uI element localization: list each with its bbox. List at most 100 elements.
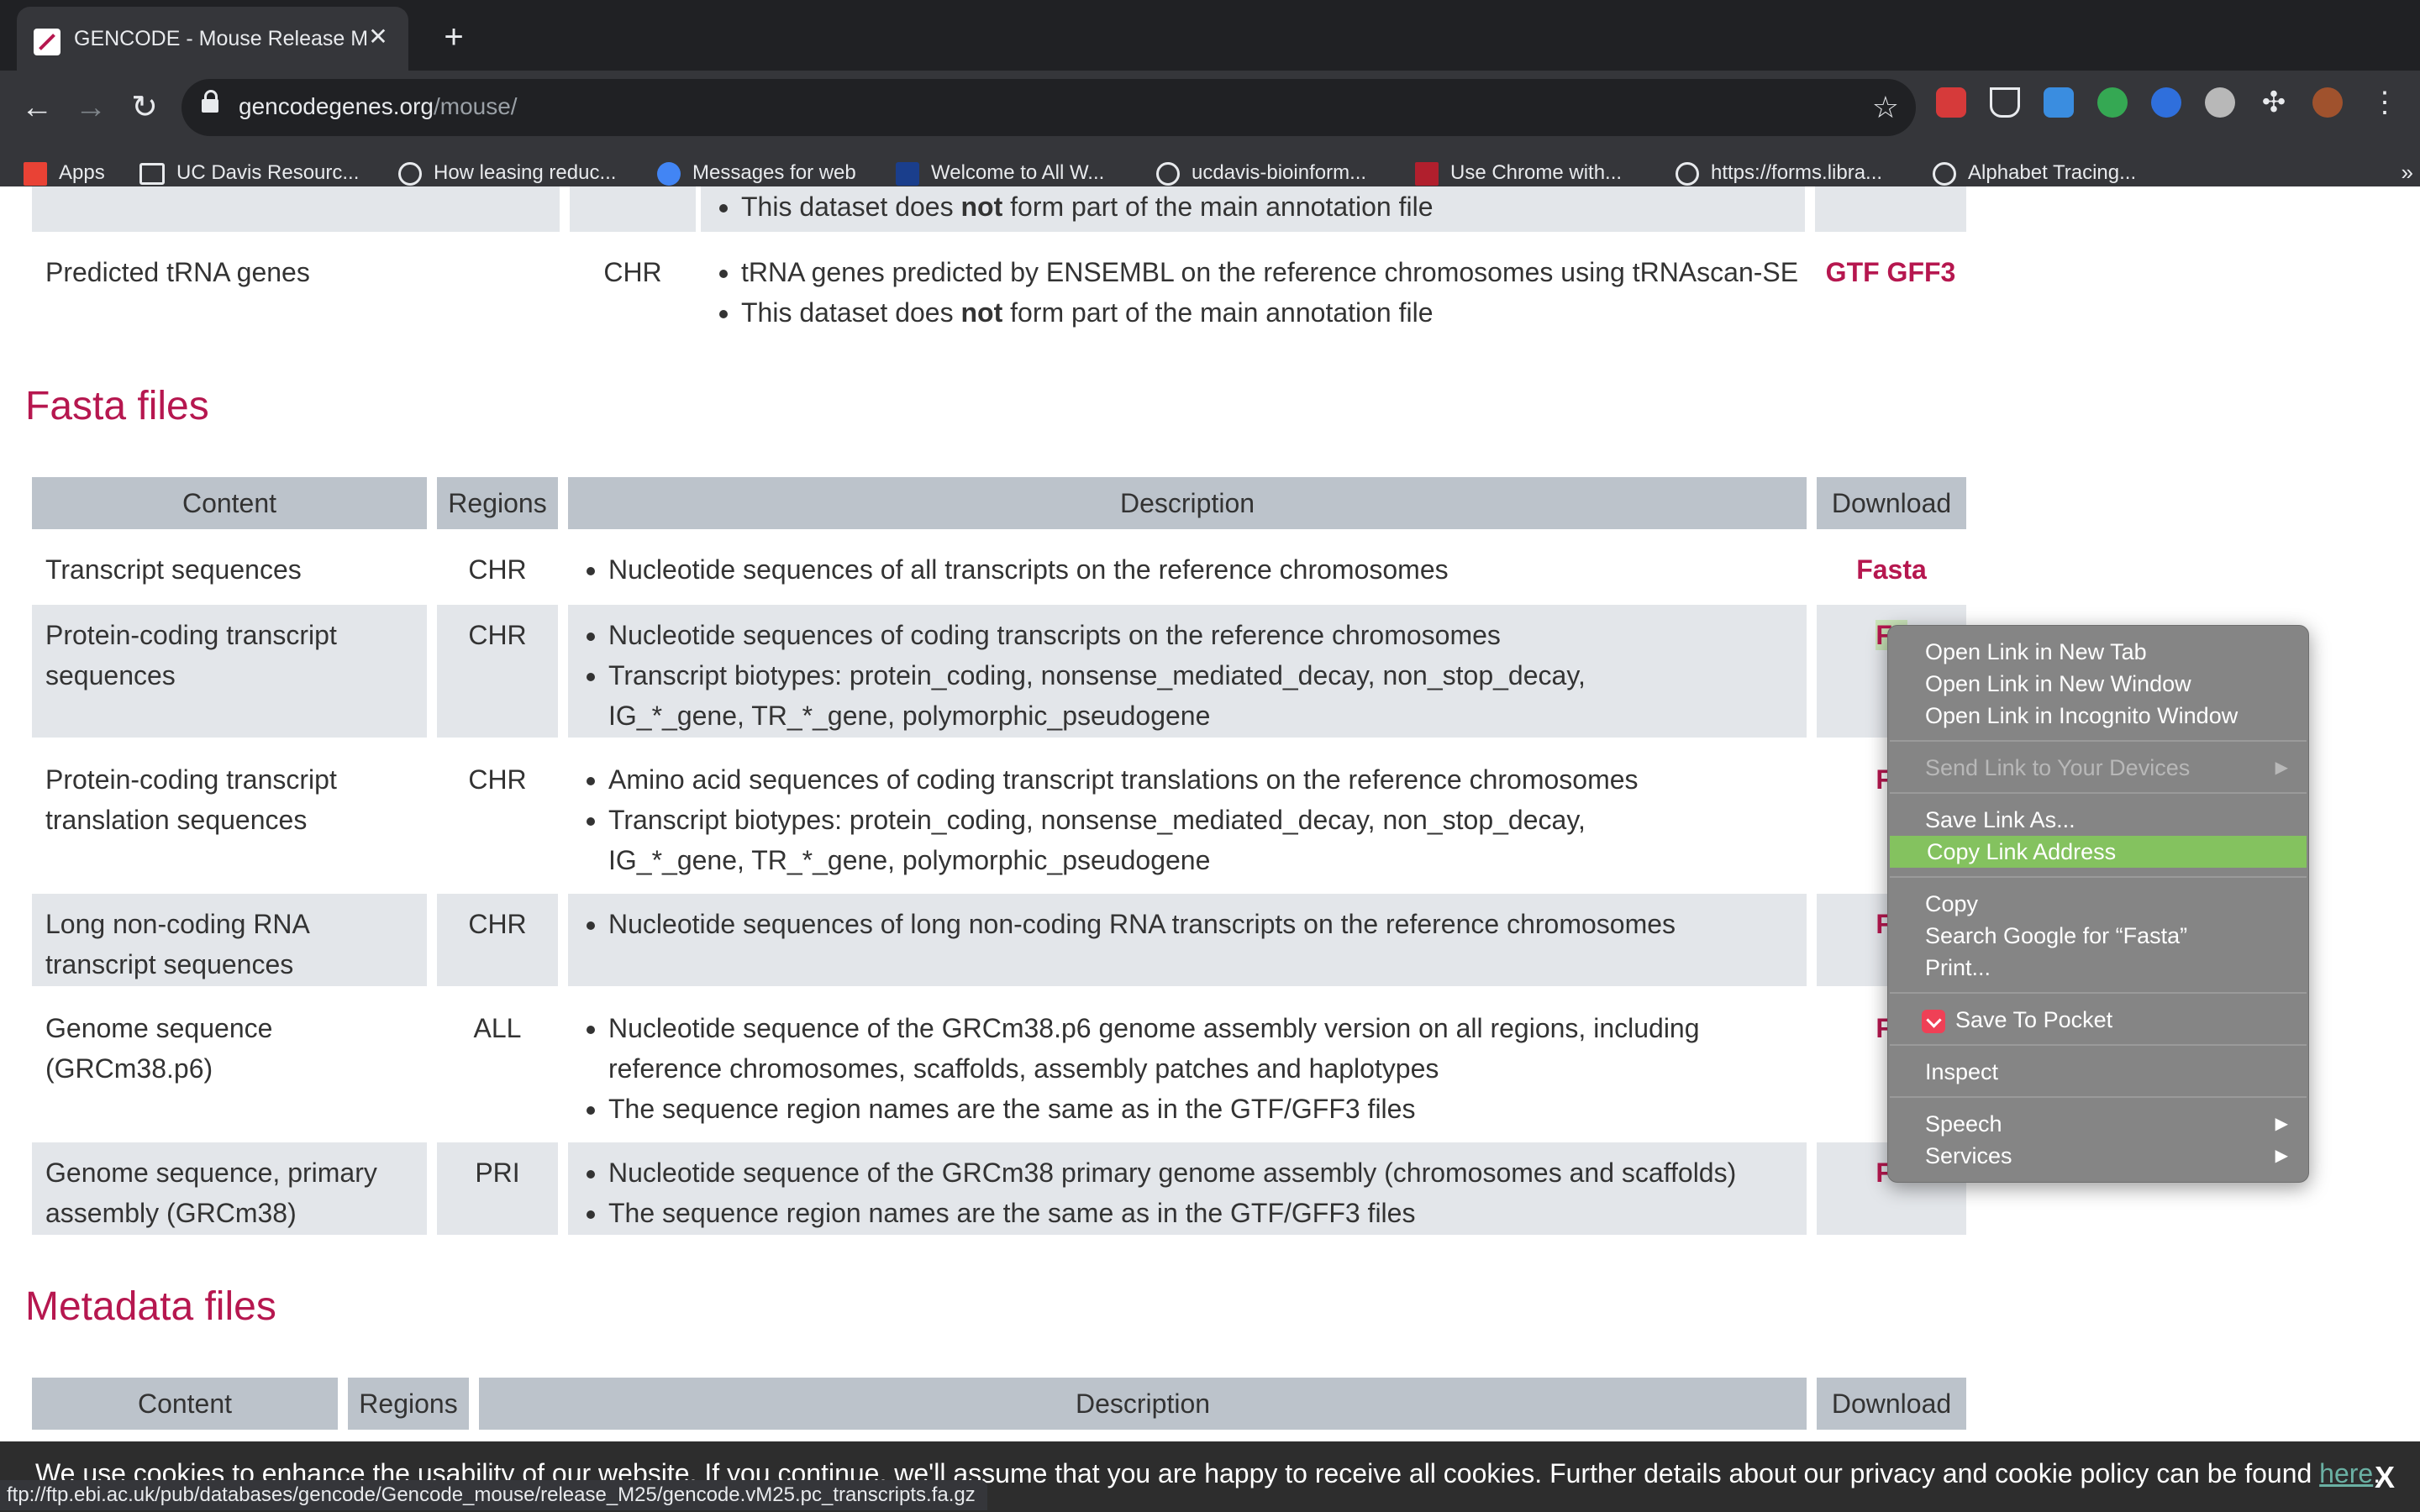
desc-bullet: This dataset does not form part of the m… <box>741 292 1805 333</box>
menu-print[interactable]: Print... <box>1888 952 2308 984</box>
menu-separator <box>1890 740 2307 742</box>
pocket-extension-icon[interactable] <box>1990 87 2020 118</box>
fasta-row-region: CHR <box>468 554 527 585</box>
bookmark-apps[interactable]: Apps <box>24 160 105 186</box>
reload-icon[interactable]: ↻ <box>121 84 168 131</box>
trna-download-cell: GTF GFF3 <box>1815 242 1966 292</box>
menu-label: Send Link to Your Devices <box>1925 755 2191 780</box>
link-status-bar: ftp://ftp.ebi.ac.uk/pub/databases/gencod… <box>0 1480 987 1510</box>
menu-separator <box>1890 1044 2307 1046</box>
bookmark-alphabet[interactable]: Alphabet Tracing... <box>1933 160 2136 186</box>
menu-save-link-as[interactable]: Save Link As... <box>1888 804 2308 836</box>
fasta-row-desc: Nucleotide sequences of coding transcrip… <box>568 605 1807 738</box>
bookmark-label: https://forms.libra... <box>1711 161 1883 184</box>
trna-desc-cell: tRNA genes predicted by ENSEMBL on the r… <box>701 242 1805 333</box>
bookmark-ucdavis[interactable]: UC Davis Resourc... <box>139 160 359 186</box>
fasta-row-region: CHR <box>468 764 527 795</box>
menu-separator <box>1890 876 2307 878</box>
bookmark-label: Apps <box>59 161 105 184</box>
fasta-row-content: Transcript sequences <box>45 554 302 585</box>
menu-inspect[interactable]: Inspect <box>1888 1056 2308 1088</box>
bullet-text: form part of the main annotation file <box>1002 297 1434 328</box>
bookmark-welcome[interactable]: Welcome to All W... <box>896 160 1104 186</box>
bookmark-star-icon[interactable]: ☆ <box>1872 89 1899 126</box>
forward-arrow-icon[interactable]: → <box>67 84 114 131</box>
bookmark-label: UC Davis Resourc... <box>176 161 360 184</box>
url-path: /mouse/ <box>433 93 518 119</box>
desc-bullet: This dataset does not form part of the m… <box>741 186 1805 227</box>
messages-icon <box>657 161 681 186</box>
fasta-row-download: Fasta <box>1817 539 1966 590</box>
profile-avatar[interactable] <box>2312 87 2343 118</box>
wordpress-icon <box>1933 161 1956 186</box>
extensions-puzzle-icon[interactable]: ✣ <box>2259 87 2289 118</box>
prev-row-download-cell <box>1815 186 1966 232</box>
menu-save-to-pocket[interactable]: Save To Pocket <box>1888 1004 2308 1036</box>
bookmark-bioinform[interactable]: ucdavis-bioinform... <box>1156 160 1366 186</box>
submenu-arrow-icon: ▶ <box>2275 1147 2288 1165</box>
desc-bullet: Transcript biotypes: protein_coding, non… <box>608 800 1706 880</box>
cookie-close-button[interactable]: X <box>2375 1460 2395 1495</box>
shield-crest-icon <box>1415 161 1439 186</box>
cookie-policy-link[interactable]: here <box>2319 1458 2373 1488</box>
menu-open-new-tab[interactable]: Open Link in New Tab <box>1888 636 2308 668</box>
trna-content-cell: Predicted tRNA genes <box>45 257 310 287</box>
fasta-row-desc: Nucleotide sequence of the GRCm38.p6 gen… <box>568 998 1807 1129</box>
bookmark-use-chrome[interactable]: Use Chrome with... <box>1415 160 1622 186</box>
col-header-description: Description <box>568 477 1807 529</box>
menu-speech[interactable]: Speech ▶ <box>1888 1108 2308 1140</box>
col-header-regions: Regions <box>348 1378 469 1430</box>
menu-open-incognito[interactable]: Open Link in Incognito Window <box>1888 700 2308 732</box>
password-extension-icon[interactable] <box>2151 87 2181 118</box>
bullet-bold: not <box>960 192 1003 222</box>
menu-separator <box>1890 992 2307 994</box>
close-tab-icon[interactable]: ✕ <box>365 24 392 50</box>
metadata-files-heading: Metadata files <box>25 1284 276 1329</box>
bookmark-messages[interactable]: Messages for web <box>657 160 856 186</box>
bookmark-label: Welcome to All W... <box>931 161 1105 184</box>
runner-icon <box>896 161 919 186</box>
col-header-download: Download <box>1817 1378 1966 1430</box>
fasta-row-content: Genome sequence, primary assembly (GRCm3… <box>32 1142 427 1235</box>
apps-grid-icon <box>24 161 47 186</box>
menu-copy[interactable]: Copy <box>1888 888 2308 920</box>
back-arrow-icon[interactable]: ← <box>13 84 60 131</box>
globe-icon <box>1676 161 1699 186</box>
folder-icon <box>139 162 165 185</box>
bookmark-leasing[interactable]: How leasing reduc... <box>398 160 616 186</box>
new-tab-button[interactable]: + <box>437 20 471 54</box>
fasta-row-content: Protein-coding transcript translation se… <box>45 764 337 835</box>
url-text: gencodegenes.org/mouse/ <box>239 93 518 120</box>
menu-open-new-window[interactable]: Open Link in New Window <box>1888 668 2308 700</box>
address-bar[interactable]: gencodegenes.org/mouse/ ☆ <box>182 79 1916 136</box>
green-extension-icon[interactable] <box>2097 87 2128 118</box>
globe-icon <box>398 161 422 186</box>
desc-bullet: Nucleotide sequences of all transcripts … <box>608 549 1807 590</box>
bullet-text: This dataset does <box>741 297 961 328</box>
fasta-row-region: CHR <box>437 894 558 986</box>
bullet-text: form part of the main annotation file <box>1002 192 1434 222</box>
fasta-download-link[interactable]: Fasta <box>1856 554 1927 585</box>
tab-title: GENCODE - Mouse Release M25 <box>74 27 368 50</box>
prev-row-desc-cell: This dataset does not form part of the m… <box>701 186 1805 232</box>
desc-bullet: Transcript biotypes: protein_coding, non… <box>608 655 1706 736</box>
trello-extension-icon[interactable] <box>2044 87 2074 118</box>
menu-search-google[interactable]: Search Google for “Fasta” <box>1888 920 2308 952</box>
menu-copy-link-address[interactable]: Copy Link Address <box>1890 836 2307 868</box>
menu-label: Save To Pocket <box>1955 1007 2113 1032</box>
more-bookmarks-icon[interactable]: » <box>2402 160 2413 186</box>
fasta-row-content: Protein-coding transcript sequences <box>32 605 427 738</box>
bookmark-label: How leasing reduc... <box>434 161 617 184</box>
bookmark-forms[interactable]: https://forms.libra... <box>1676 160 1882 186</box>
gtf-gff3-link[interactable]: GTF GFF3 <box>1826 257 1956 287</box>
gencode-favicon-icon <box>34 29 60 55</box>
grey-extension-icon[interactable] <box>2205 87 2235 118</box>
browser-tab[interactable]: GENCODE - Mouse Release M25 ✕ <box>17 7 408 77</box>
col-header-regions: Regions <box>437 477 558 529</box>
bullet-text: This dataset does <box>741 192 961 222</box>
menu-services[interactable]: Services ▶ <box>1888 1140 2308 1172</box>
desc-bullet: Amino acid sequences of coding transcrip… <box>608 759 1706 800</box>
trna-region-cell: CHR <box>603 257 662 287</box>
extension-red-icon[interactable] <box>1936 87 1966 118</box>
chrome-menu-icon[interactable]: ⋮ <box>2370 87 2400 118</box>
